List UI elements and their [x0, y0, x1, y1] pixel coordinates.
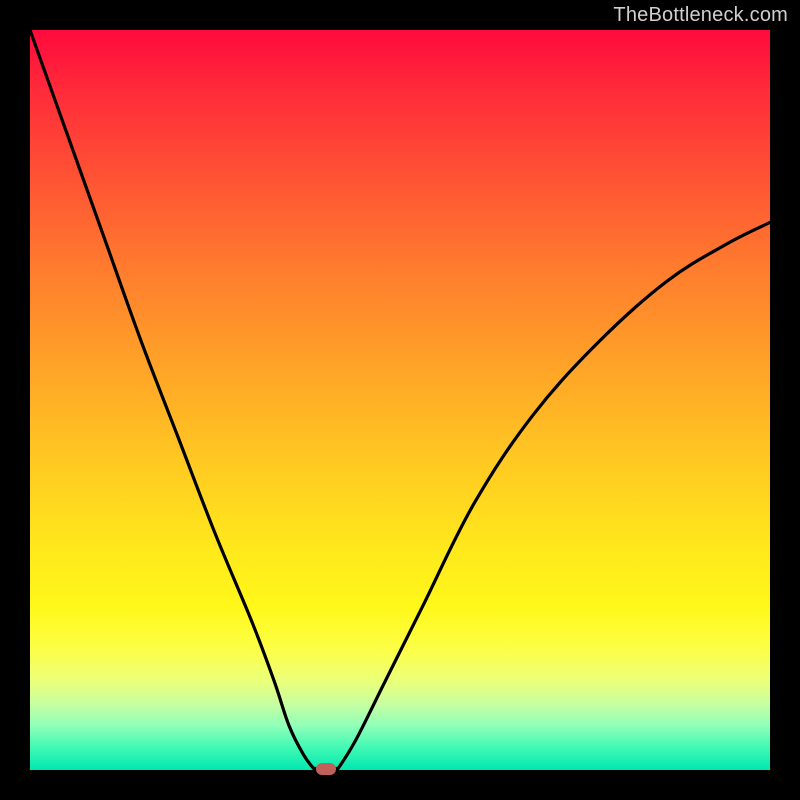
plot-area — [30, 30, 770, 770]
chart-frame: TheBottleneck.com — [0, 0, 800, 800]
bottleneck-curve — [30, 30, 770, 770]
watermark-text: TheBottleneck.com — [613, 4, 788, 27]
bottleneck-marker — [316, 763, 336, 775]
